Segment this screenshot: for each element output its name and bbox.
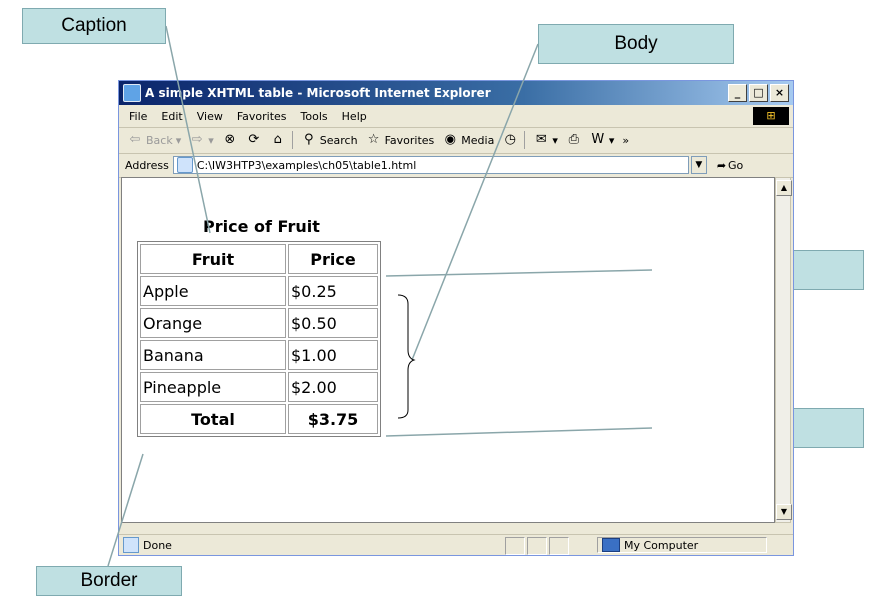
back-label: Back <box>146 133 173 147</box>
caption-callout: Caption <box>22 8 166 44</box>
back-button[interactable]: ⇦ Back ▾ <box>127 132 182 148</box>
forward-arrow-icon: ⇨ <box>191 132 203 147</box>
fruit-table: Fruit Price Apple $0.25 Orange $0.50 Ban… <box>137 241 381 437</box>
windows-logo-icon: ⊞ <box>753 107 789 125</box>
go-arrow-icon: ➦ <box>716 158 727 172</box>
menu-help[interactable]: Help <box>342 110 367 123</box>
title-bar: A simple XHTML table - Microsoft Interne… <box>119 81 793 105</box>
header-cell-fruit: Fruit <box>140 244 286 274</box>
media-label: Media <box>461 133 495 147</box>
status-pane <box>549 537 569 555</box>
table-footer-row: Total $3.75 <box>140 404 378 434</box>
table-header-row: Fruit Price <box>140 244 378 274</box>
address-url: C:\IW3HTP3\examples\ch05\table1.html <box>196 158 417 172</box>
header-cell-price: Price <box>288 244 378 274</box>
search-icon: ⚲ <box>304 132 314 147</box>
ie-icon <box>123 84 141 102</box>
back-arrow-icon: ⇦ <box>129 132 141 147</box>
favorites-icon: ☆ <box>367 132 380 147</box>
stop-button[interactable]: ⊗ <box>222 132 238 148</box>
table-row: Banana $1.00 <box>140 340 378 370</box>
page-done-icon <box>123 537 139 553</box>
price-cell: $0.50 <box>288 308 378 338</box>
fruit-cell: Orange <box>140 308 286 338</box>
menu-tools[interactable]: Tools <box>301 110 328 123</box>
mail-icon: ✉ <box>535 132 547 147</box>
refresh-icon: ⟳ <box>248 132 260 147</box>
menu-edit[interactable]: Edit <box>161 110 182 123</box>
table-row: Pineapple $2.00 <box>140 372 378 402</box>
status-pane <box>505 537 525 555</box>
history-button[interactable]: ◷ <box>502 132 518 148</box>
forward-button[interactable]: ⇨ ▾ <box>189 132 214 148</box>
go-button[interactable]: ➦ Go <box>717 159 743 172</box>
refresh-button[interactable]: ⟳ <box>246 132 262 148</box>
scroll-down-arrow[interactable]: ▼ <box>776 504 792 520</box>
menu-file[interactable]: File <box>129 110 147 123</box>
chevron-down-icon: ▾ <box>552 133 558 147</box>
chevron-down-icon: ▾ <box>175 133 182 147</box>
toolbar-divider <box>524 131 526 149</box>
price-cell: $0.25 <box>288 276 378 306</box>
footer-cell-total-label: Total <box>140 404 286 434</box>
price-cell: $1.00 <box>288 340 378 370</box>
table-row: Orange $0.50 <box>140 308 378 338</box>
address-label: Address <box>125 158 169 172</box>
body-callout: Body <box>538 24 734 64</box>
scroll-up-arrow[interactable]: ▲ <box>776 180 792 196</box>
media-button[interactable]: ◉ Media <box>442 132 495 148</box>
more-tools-button[interactable]: » <box>622 134 629 147</box>
table-row: Apple $0.25 <box>140 276 378 306</box>
menu-bar: File Edit View Favorites Tools Help ⊞ <box>119 105 793 128</box>
media-icon: ◉ <box>444 132 456 147</box>
home-icon: ⌂ <box>273 132 282 147</box>
window-title: A simple XHTML table - Microsoft Interne… <box>145 86 491 100</box>
favorites-label: Favorites <box>384 133 435 147</box>
mail-button[interactable]: ✉ ▾ <box>533 132 558 148</box>
security-zone: My Computer <box>597 537 767 553</box>
status-pane <box>527 537 547 555</box>
footer-cell-total-value: $3.75 <box>288 404 378 434</box>
table-caption: Price of Fruit <box>203 217 320 236</box>
go-label: Go <box>728 158 744 172</box>
chevron-down-icon: ▾ <box>208 133 214 147</box>
history-icon: ◷ <box>504 132 516 147</box>
browser-window: A simple XHTML table - Microsoft Interne… <box>118 80 794 556</box>
search-label: Search <box>319 133 358 147</box>
print-icon: ⎙ <box>568 132 580 147</box>
print-button[interactable]: ⎙ <box>566 132 582 148</box>
address-dropdown-button[interactable]: ▼ <box>690 156 707 174</box>
close-button[interactable]: × <box>770 84 789 102</box>
maximize-button[interactable]: □ <box>749 84 768 102</box>
page-icon <box>176 157 193 173</box>
fruit-cell: Apple <box>140 276 286 306</box>
computer-icon <box>602 538 620 552</box>
border-callout: Border <box>36 566 182 596</box>
fruit-cell: Pineapple <box>140 372 286 402</box>
search-button[interactable]: ⚲ Search <box>301 132 358 148</box>
toolbar: ⇦ Back ▾ ⇨ ▾ ⊗ ⟳ ⌂ ⚲ Search ☆ Favorites … <box>119 127 793 154</box>
menu-favorites[interactable]: Favorites <box>237 110 287 123</box>
stop-icon: ⊗ <box>224 132 236 147</box>
status-bar: Done My Computer <box>119 534 793 555</box>
fruit-cell: Banana <box>140 340 286 370</box>
vertical-scrollbar[interactable]: ▲ ▼ <box>775 177 792 523</box>
toolbar-divider <box>291 131 293 149</box>
zone-label: My Computer <box>624 538 699 552</box>
favorites-button[interactable]: ☆ Favorites <box>366 132 435 148</box>
chevron-down-icon: ▾ <box>608 133 615 147</box>
price-cell: $2.00 <box>288 372 378 402</box>
address-bar: Address C:\IW3HTP3\examples\ch05\table1.… <box>119 153 793 178</box>
edit-button[interactable]: W ▾ <box>590 132 615 148</box>
menu-view[interactable]: View <box>197 110 223 123</box>
minimize-button[interactable]: _ <box>728 84 747 102</box>
status-text: Done <box>143 538 172 552</box>
address-input[interactable]: C:\IW3HTP3\examples\ch05\table1.html <box>172 156 689 174</box>
home-button[interactable]: ⌂ <box>270 132 286 148</box>
word-icon: W <box>591 132 605 147</box>
